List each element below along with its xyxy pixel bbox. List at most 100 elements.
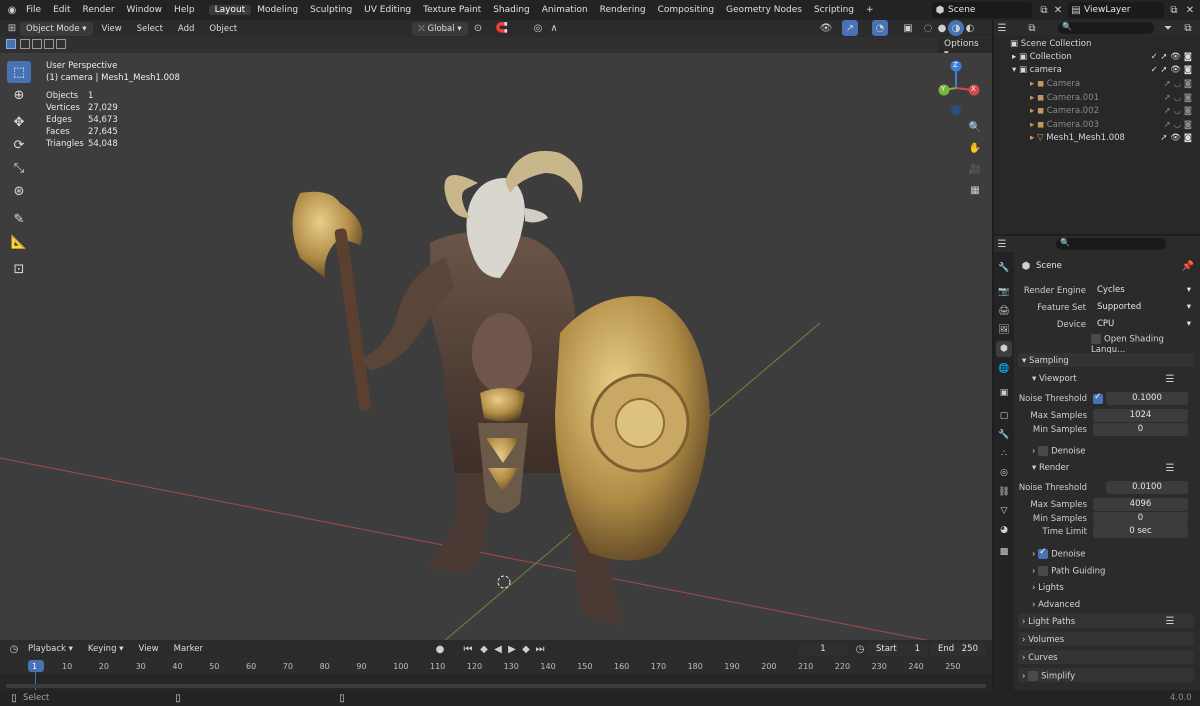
new-view-layer-icon[interactable]: ⧉ [1166, 2, 1182, 18]
gizmo-toggle-icon[interactable]: ↗ [842, 20, 858, 36]
tool-tab-icon[interactable]: 🔧 [996, 260, 1012, 276]
view-layer-selector[interactable]: ▤ ViewLayer [1068, 2, 1164, 18]
menu-keying[interactable]: Keying ▾ [82, 642, 130, 656]
world-tab-icon[interactable]: 🌐 [996, 361, 1012, 377]
outliner-search[interactable]: 🔍 [1058, 22, 1154, 34]
render-tab-icon[interactable]: 📷 [996, 284, 1012, 300]
render-presets-icon[interactable]: ☰ [1162, 460, 1178, 476]
editor-type-icon[interactable]: ⊞ [4, 21, 20, 37]
camera-row-icons[interactable]: ➚ ◡ ◙ [1164, 78, 1192, 91]
tab-geometry-nodes[interactable]: Geometry Nodes [720, 5, 808, 15]
delete-scene-icon[interactable]: ✕ [1050, 2, 1066, 18]
select-mode-set-icon[interactable] [6, 39, 16, 49]
menu-object[interactable]: Object [203, 22, 243, 36]
r-noise-threshold-field[interactable]: 0.0100 [1106, 481, 1188, 494]
filter-icon[interactable]: ⏷ [1160, 20, 1176, 36]
properties-search[interactable]: 🔍 [1056, 238, 1166, 250]
menu-marker[interactable]: Marker [168, 642, 209, 656]
light-paths-presets-icon[interactable]: ☰ [1162, 613, 1178, 629]
outliner-camera001-row[interactable]: ▸ ◼ Camera.001 ➚ ◡ ◙ [1000, 92, 1198, 105]
pivot-icon[interactable]: ⊙ [470, 20, 486, 36]
scene-selector[interactable]: ⬢ Scene [932, 2, 1032, 18]
path-guiding-checkbox[interactable] [1038, 566, 1049, 576]
collapse-arrow-icon[interactable]: ▾ [1012, 65, 1019, 75]
volumes-title[interactable]: › Volumes [1022, 635, 1064, 645]
physics-tab-icon[interactable]: ◎ [996, 465, 1012, 481]
lights-row[interactable]: › Lights [1032, 583, 1064, 593]
zoom-icon[interactable]: 🔍 [967, 119, 983, 135]
pan-hand-icon[interactable]: ✋ [967, 140, 983, 156]
tab-texture-paint[interactable]: Texture Paint [417, 5, 487, 15]
menu-edit[interactable]: Edit [47, 5, 76, 15]
outliner-camera-collection-row[interactable]: ▾ ▣ camera ✓ ➚ 👁 ◙ [1000, 64, 1198, 77]
tab-sculpting[interactable]: Sculpting [304, 5, 358, 15]
timeline-editor-icon[interactable]: ◷ [6, 641, 22, 657]
output-tab-icon[interactable]: 🖨 [996, 303, 1012, 319]
select-mode-invert-icon[interactable] [44, 39, 54, 49]
r-min-samples-field[interactable]: 0 [1093, 512, 1188, 525]
osl-checkbox[interactable] [1091, 334, 1101, 344]
simplify-title[interactable]: › Simplify [1022, 671, 1075, 682]
timeline-scrollbar[interactable] [6, 684, 986, 688]
jump-end-icon[interactable]: ⏭ [532, 641, 548, 657]
osl-checkbox-row[interactable]: Open Shading Langu... [1091, 334, 1200, 355]
pin-icon[interactable]: 📌 [1180, 258, 1196, 274]
texture-tab-icon[interactable]: ▩ [996, 544, 1012, 560]
blender-logo-icon[interactable]: ◉ [4, 2, 20, 18]
advanced-row[interactable]: › Advanced [1032, 600, 1080, 610]
navigation-gizmo[interactable]: Z X Y [930, 58, 986, 118]
falloff-icon[interactable]: ∧ [546, 20, 562, 36]
display-mode-icon[interactable]: ⧉ [1024, 20, 1040, 36]
scale-tool[interactable]: ⤡ [7, 157, 31, 179]
object-mode-dropdown[interactable]: Object Mode ▾ [20, 21, 93, 36]
3d-viewport[interactable]: User Perspective (1) camera | Mesh1_Mesh… [0, 53, 992, 640]
data-tab-icon[interactable]: ▽ [996, 503, 1012, 519]
light-paths-title[interactable]: › Light Paths [1022, 617, 1075, 627]
timeline-menu-view[interactable]: View [132, 642, 164, 656]
menu-add[interactable]: Add [172, 22, 200, 36]
start-frame-field[interactable]: Start 1 [868, 643, 928, 656]
new-collection-icon[interactable]: ⧉ [1180, 20, 1196, 36]
select-mode-subtract-icon[interactable] [32, 39, 42, 49]
r-denoise-checkbox[interactable] [1038, 547, 1049, 559]
proportional-edit-icon[interactable]: ◎ [530, 20, 546, 36]
menu-select[interactable]: Select [131, 22, 169, 36]
move-tool[interactable]: ✥ [7, 111, 31, 133]
delete-view-layer-icon[interactable]: ✕ [1182, 2, 1198, 18]
time-limit-field[interactable]: 0 sec [1093, 525, 1188, 538]
add-workspace-button[interactable]: + [860, 5, 880, 15]
viewport-presets-icon[interactable]: ☰ [1162, 371, 1178, 387]
tab-animation[interactable]: Animation [536, 5, 594, 15]
cursor-tool[interactable]: ⊕ [7, 84, 31, 106]
tab-layout[interactable]: Layout [208, 5, 252, 15]
menu-view[interactable]: View [96, 22, 128, 36]
ortho-grid-icon[interactable]: ▦ [967, 182, 983, 198]
overlay-toggle-icon[interactable]: ◔ [872, 20, 888, 36]
transform-tool[interactable]: ⊛ [7, 180, 31, 202]
vp-max-samples-field[interactable]: 1024 [1093, 409, 1188, 422]
camera001-row-icons[interactable]: ➚ ◡ ◙ [1164, 92, 1192, 105]
menu-help[interactable]: Help [168, 5, 201, 15]
visibility-icon[interactable]: 👁 [818, 20, 834, 36]
select-mode-extend-icon[interactable] [20, 39, 30, 49]
outliner-scene-collection[interactable]: ▣ Scene Collection [1000, 38, 1198, 51]
render-engine-dropdown[interactable]: Cycles ▾ [1093, 283, 1195, 297]
tab-uv-editing[interactable]: UV Editing [358, 5, 417, 15]
modifier-tab-icon[interactable]: 🔧 [996, 427, 1012, 443]
snap-icon[interactable]: 🧲 [494, 20, 510, 36]
record-icon[interactable]: ● [432, 641, 448, 657]
constraints-tab-icon[interactable]: ⛓ [996, 484, 1012, 500]
end-frame-field[interactable]: End 250 [930, 643, 986, 656]
outliner-camera003-row[interactable]: ▸ ◼ Camera.003 ➚ ◡ ◙ [1000, 119, 1198, 132]
vp-noise-threshold-field[interactable]: 0.1000 [1106, 392, 1188, 405]
properties-editor-icon[interactable]: ☰ [994, 236, 1010, 252]
measure-tool[interactable]: 📐 [7, 231, 31, 253]
select-box-tool[interactable]: ⬚ [7, 61, 31, 83]
viewport-subpanel-title[interactable]: ▾ Viewport [1032, 374, 1077, 384]
view-layer-tab-icon[interactable]: 🖼 [996, 322, 1012, 338]
orientation-dropdown[interactable]: ⤬ Global ▾ [412, 22, 468, 36]
add-cube-tool[interactable]: ⊡ [7, 258, 31, 280]
path-guiding-row[interactable]: › Path Guiding [1032, 566, 1105, 577]
menu-window[interactable]: Window [121, 5, 169, 15]
r-denoise-row[interactable]: › Denoise [1032, 547, 1086, 560]
